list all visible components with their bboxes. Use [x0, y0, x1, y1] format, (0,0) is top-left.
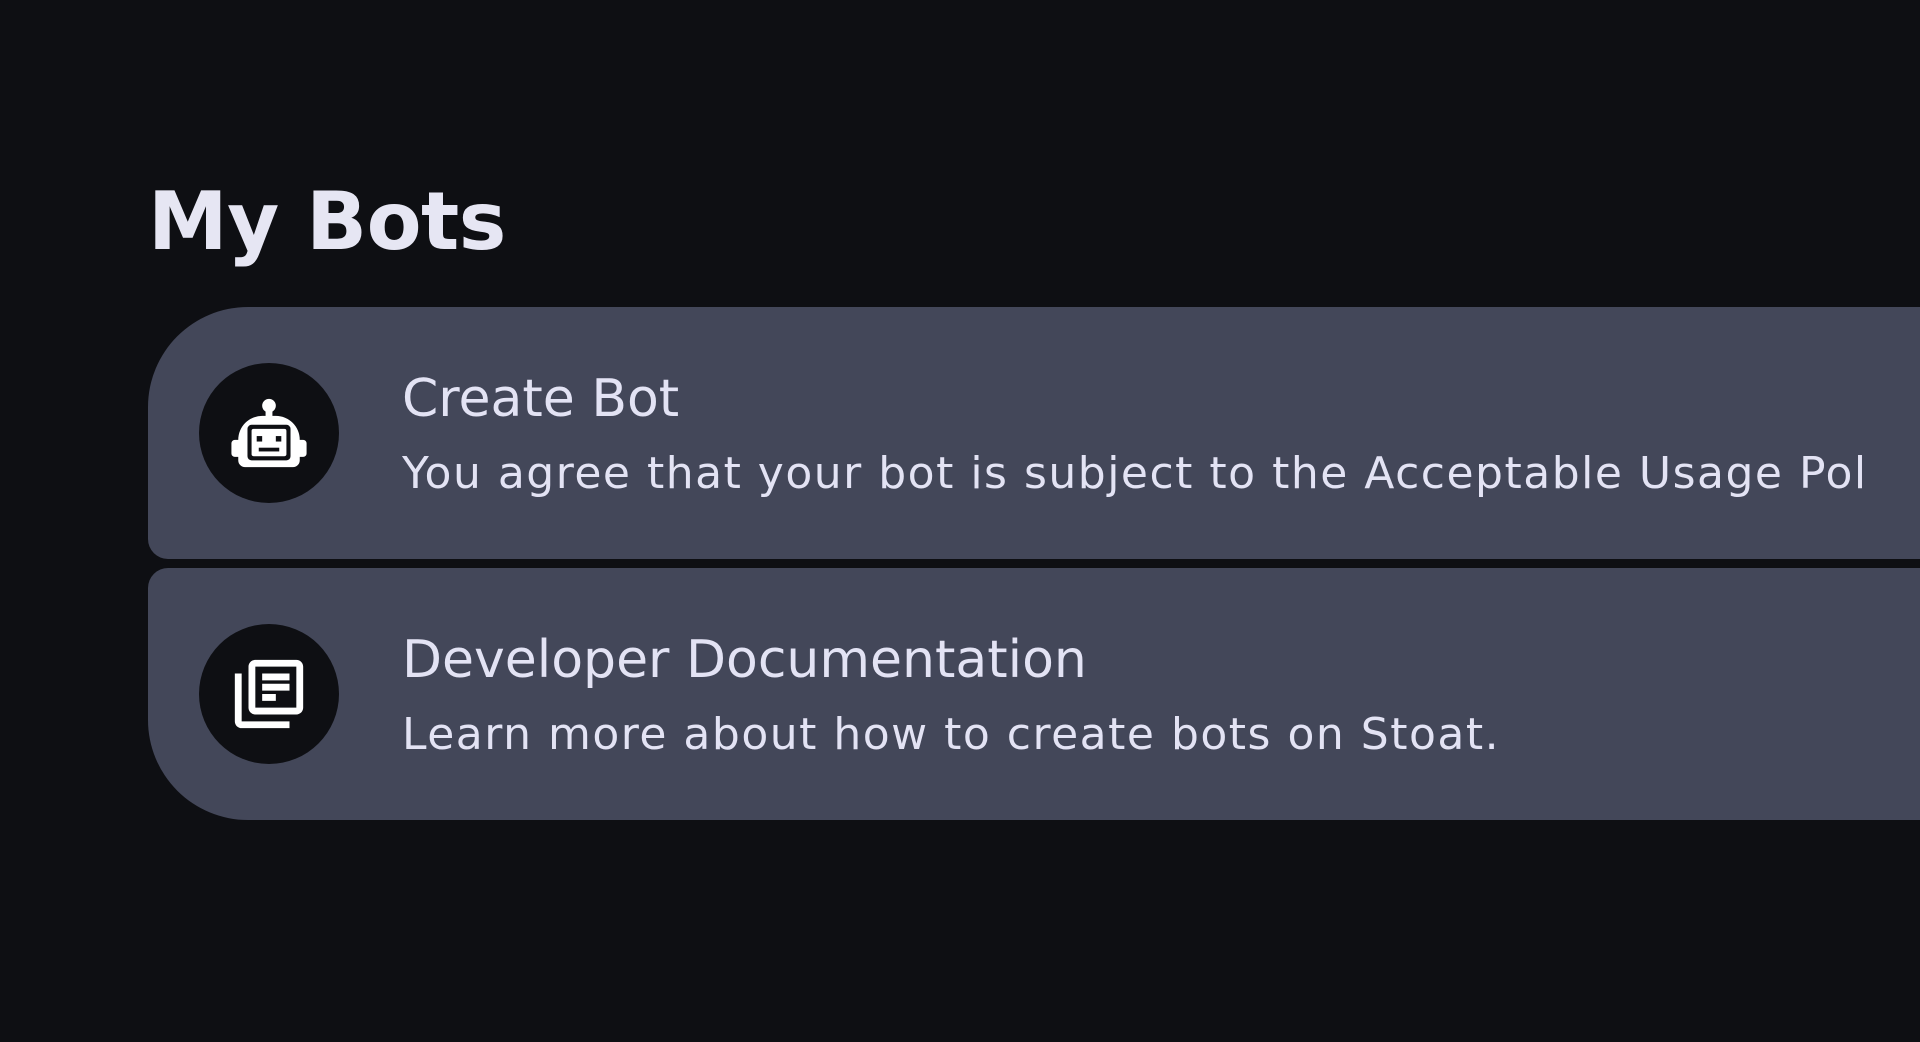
create-bot-title: Create Bot [402, 369, 680, 429]
create-bot-icon-container [199, 363, 339, 503]
developer-documentation-title: Developer Documentation [402, 630, 1087, 690]
developer-documentation-card[interactable]: Developer Documentation Learn more about… [148, 568, 1920, 820]
bots-settings-page: My Bots Create Bot You agree that your b… [0, 0, 1920, 1042]
robot-icon [231, 398, 307, 468]
create-bot-description: You agree that your bot is subject to th… [402, 448, 1868, 499]
page-title: My Bots [148, 175, 506, 268]
create-bot-card[interactable]: Create Bot You agree that your bot is su… [148, 307, 1920, 559]
documentation-icon-container [199, 624, 339, 764]
library-books-icon [234, 659, 304, 729]
developer-documentation-description: Learn more about how to create bots on S… [402, 709, 1501, 760]
